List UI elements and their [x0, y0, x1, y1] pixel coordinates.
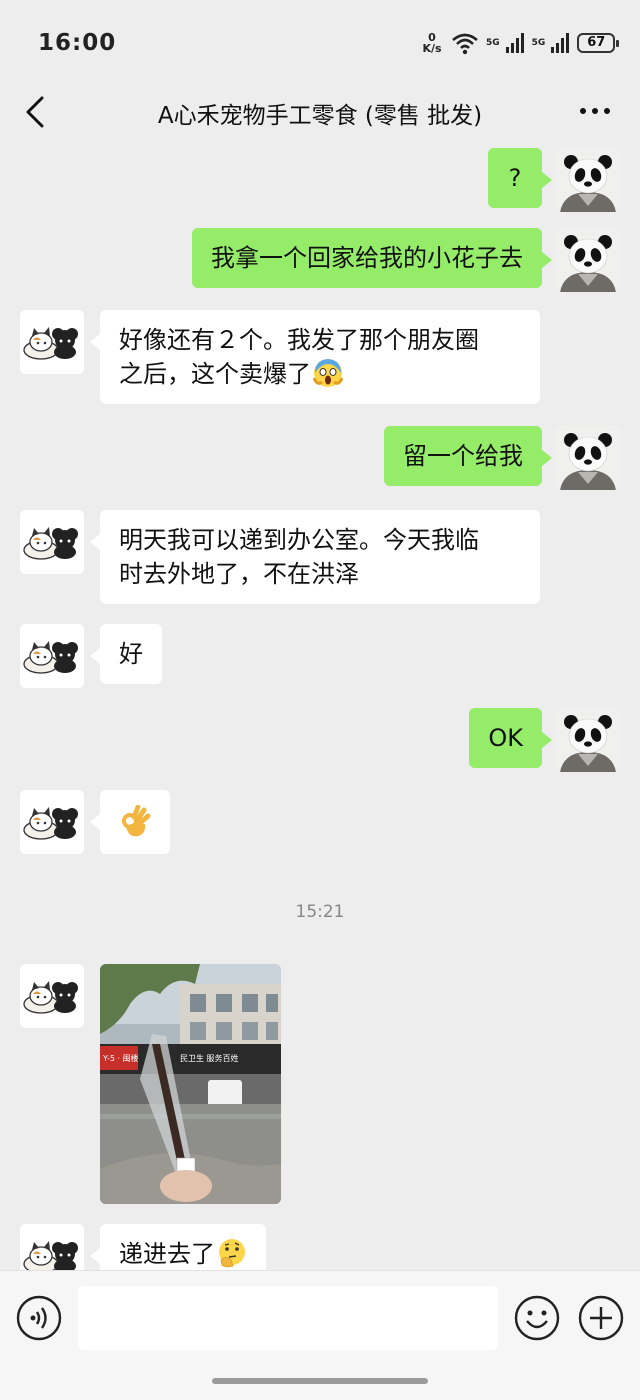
status-time: 16:00	[38, 30, 117, 56]
battery-icon: 67	[577, 33, 620, 53]
chat-message-list[interactable]: ? 我拿一个回家给我的小花子去 好像还有２个。我发了那个朋友圈 之后，这个卖爆了…	[0, 140, 640, 1270]
my-avatar[interactable]	[556, 426, 620, 490]
ok-hand-emoji-icon	[122, 805, 151, 837]
status-bar: 16:00 0 K/s 5G 5G 67	[0, 0, 640, 84]
signal-icon	[551, 33, 570, 53]
back-arrow-icon[interactable]	[22, 94, 52, 130]
voice-icon[interactable]	[16, 1295, 62, 1341]
more-icon[interactable]	[578, 96, 612, 126]
message-row: 明天我可以递到办公室。今天我临 时去外地了，不在洪泽	[0, 506, 640, 616]
message-input[interactable]	[78, 1286, 498, 1350]
plus-icon[interactable]	[578, 1295, 624, 1341]
message-row: OK	[0, 700, 640, 784]
network-type-2: 5G	[531, 38, 546, 48]
contact-message-bubble[interactable]: 递进去了	[90, 1224, 266, 1270]
message-row	[0, 786, 640, 866]
chat-header: A心禾宠物手工零食 (零售 批发)	[0, 84, 640, 140]
contact-avatar[interactable]	[20, 310, 84, 374]
contact-message-bubble[interactable]	[90, 790, 170, 854]
message-row: 好	[0, 620, 640, 700]
chat-title: A心禾宠物手工零食 (零售 批发)	[157, 103, 483, 129]
network-type-1: 5G	[486, 38, 500, 48]
contact-message-bubble[interactable]: 好	[90, 624, 162, 684]
thinking-face-emoji-icon	[219, 1239, 245, 1268]
message-timestamp: 15:21	[295, 902, 345, 922]
shop-sign-left: Y-5 · 闽楼	[102, 1053, 139, 1063]
contact-message-bubble[interactable]: 好像还有２个。我发了那个朋友圈 之后，这个卖爆了	[90, 310, 540, 404]
wifi-icon	[452, 33, 478, 55]
signal-icon	[505, 33, 524, 53]
my-message-bubble[interactable]: OK	[469, 708, 552, 768]
my-message-bubble[interactable]: 我拿一个回家给我的小花子去	[192, 228, 552, 288]
message-row: Y-5 · 闽楼 民卫生 服务百姓	[0, 960, 640, 1210]
my-avatar[interactable]	[556, 708, 620, 772]
screaming-face-emoji-icon	[313, 359, 343, 387]
message-row: ?	[0, 140, 640, 220]
status-icons: 5G 5G 67	[450, 30, 620, 56]
my-avatar[interactable]	[556, 148, 620, 212]
contact-avatar[interactable]	[20, 790, 84, 854]
my-avatar[interactable]	[556, 228, 620, 292]
my-message-bubble[interactable]: 留一个给我	[384, 426, 552, 486]
shop-sign-middle: 民卫生 服务百姓	[180, 1053, 239, 1063]
image-message[interactable]: Y-5 · 闽楼 民卫生 服务百姓	[100, 964, 281, 1204]
contact-avatar[interactable]	[20, 1224, 84, 1270]
home-indicator[interactable]	[212, 1378, 428, 1384]
message-row: 好像还有２个。我发了那个朋友圈 之后，这个卖爆了	[0, 306, 640, 416]
contact-avatar[interactable]	[20, 510, 84, 574]
emoji-icon[interactable]	[514, 1295, 560, 1341]
contact-avatar[interactable]	[20, 964, 84, 1028]
contact-message-bubble[interactable]: 明天我可以递到办公室。今天我临 时去外地了，不在洪泽	[90, 510, 540, 604]
my-message-bubble[interactable]: ?	[488, 148, 552, 208]
message-row: 留一个给我	[0, 418, 640, 500]
network-speed: 0 K/s	[422, 31, 442, 55]
contact-avatar[interactable]	[20, 624, 84, 688]
message-row: 递进去了	[0, 1220, 640, 1270]
message-row: 我拿一个回家给我的小花子去	[0, 220, 640, 302]
